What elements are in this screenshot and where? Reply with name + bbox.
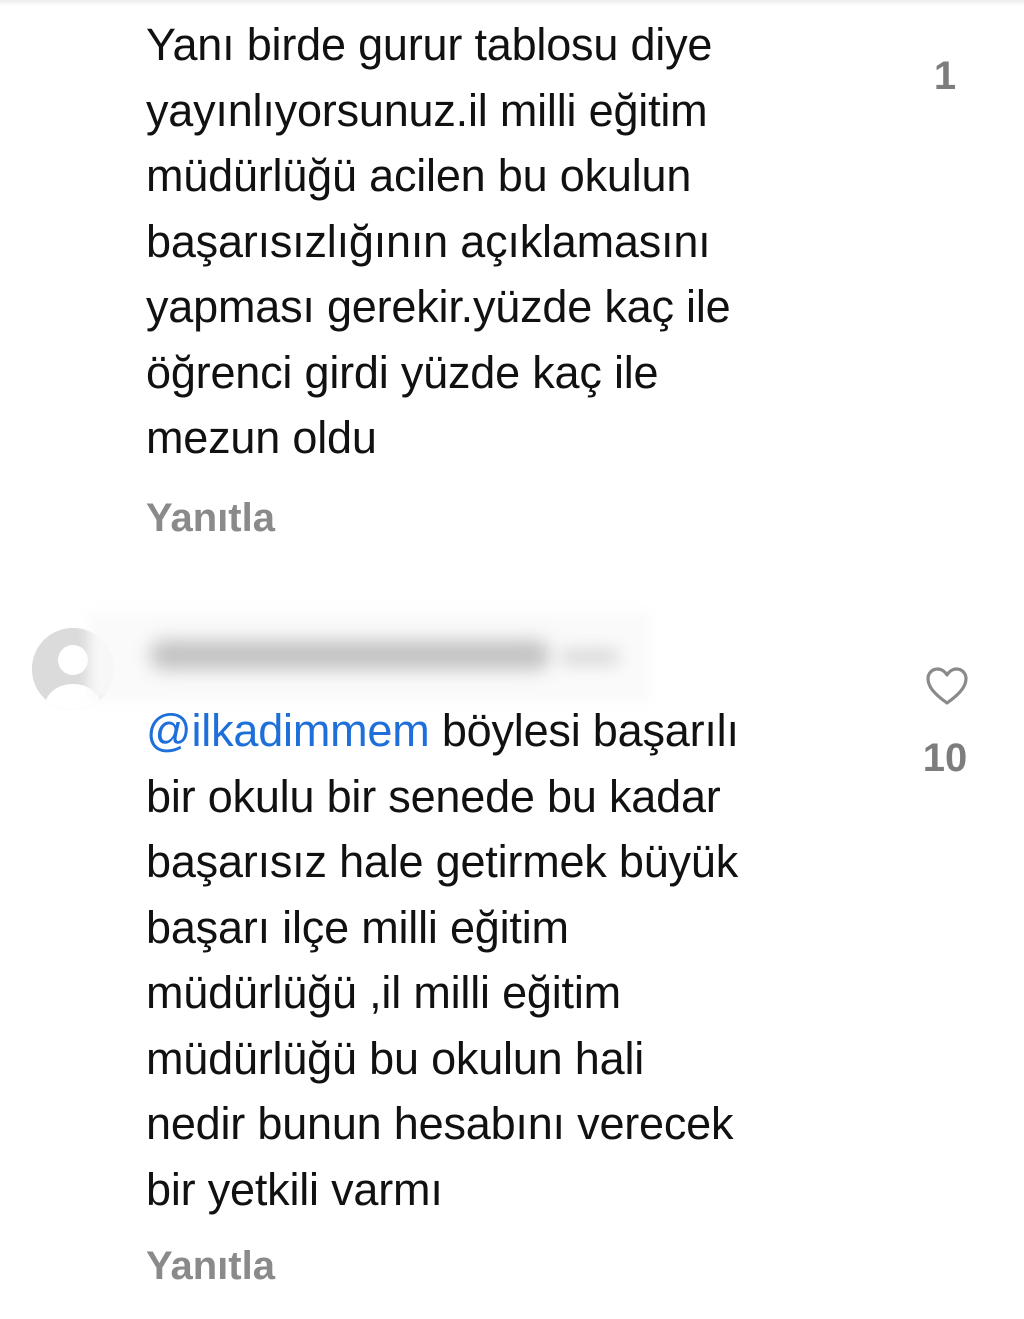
- comment-body: böylesi başarılı bir okulu bir senede bu…: [146, 705, 739, 1215]
- timestamp-redacted: [560, 648, 620, 666]
- reply-button[interactable]: Yanıtla: [146, 496, 275, 541]
- reply-button[interactable]: Yanıtla: [146, 1244, 275, 1289]
- mention-link[interactable]: @ilkadimmem: [146, 705, 430, 756]
- like-count: 1: [933, 54, 957, 98]
- username-redacted-text: [150, 640, 550, 670]
- like-count: 10: [922, 736, 968, 780]
- heart-outline-icon[interactable]: [925, 666, 969, 706]
- comment-text: @ilkadimmem böylesi başarılı bir okulu b…: [146, 698, 886, 1222]
- top-divider: [0, 0, 1024, 6]
- comment-text: Yanı birde gurur tablosu diye yayınlıyor…: [146, 19, 731, 463]
